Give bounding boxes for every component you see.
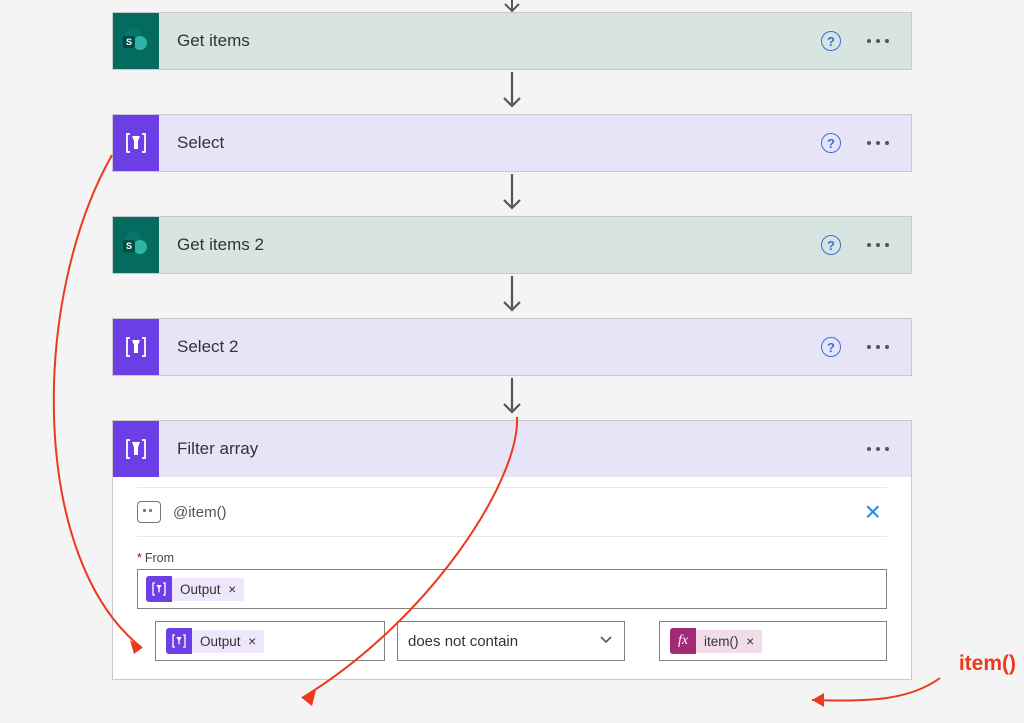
transition-arrow [112,172,912,216]
help-icon[interactable]: ? [821,31,841,51]
step-title: Get items 2 [159,235,821,255]
condition-left-input[interactable]: Output × [155,621,385,661]
more-menu-icon[interactable] [867,447,889,451]
help-icon[interactable]: ? [821,133,841,153]
sharepoint-icon: S [113,217,159,273]
step-title: Get items [159,31,821,51]
flow-column: S Get items ? Select ? [112,0,912,680]
data-operation-icon [113,115,159,171]
data-operation-icon [113,421,159,477]
token-output-left[interactable]: Output × [166,628,264,654]
close-rename-icon[interactable]: × [859,498,887,526]
transition-arrow [112,70,912,114]
more-menu-icon[interactable] [867,39,889,43]
step-get-items-2[interactable]: S Get items 2 ? [112,216,912,274]
transition-arrow [112,376,912,420]
step-title: Select [159,133,821,153]
condition-row: Output × does not contain fx item() × [137,621,887,661]
more-menu-icon[interactable] [867,243,889,247]
condition-operator-select[interactable]: does not contain [397,621,625,661]
filter-body: @item() × *From Output × [113,477,911,679]
rename-icon [137,501,161,523]
more-menu-icon[interactable] [867,345,889,349]
chevron-down-icon [598,631,614,651]
step-select[interactable]: Select ? [112,114,912,172]
step-title: Select 2 [159,337,821,357]
remove-token-icon[interactable]: × [746,634,754,649]
remove-token-icon[interactable]: × [248,634,256,649]
sharepoint-icon: S [113,13,159,69]
more-menu-icon[interactable] [867,141,889,145]
token-output-from[interactable]: Output × [146,576,244,602]
step-filter-array[interactable]: Filter array @item() × *From [112,420,912,680]
from-input[interactable]: Output × [137,569,887,609]
transition-arrow [112,274,912,318]
help-icon[interactable]: ? [821,235,841,255]
remove-token-icon[interactable]: × [228,582,236,597]
step-get-items[interactable]: S Get items ? [112,12,912,70]
step-select-2[interactable]: Select 2 ? [112,318,912,376]
annotation-item-label: item() [959,652,1016,676]
condition-right-input[interactable]: fx item() × [659,621,887,661]
step-title: Filter array [159,439,867,459]
from-label: *From [137,551,887,565]
token-expression-item[interactable]: fx item() × [670,628,762,654]
rename-text[interactable]: @item() [173,504,847,521]
data-operation-icon [113,319,159,375]
help-icon[interactable]: ? [821,337,841,357]
